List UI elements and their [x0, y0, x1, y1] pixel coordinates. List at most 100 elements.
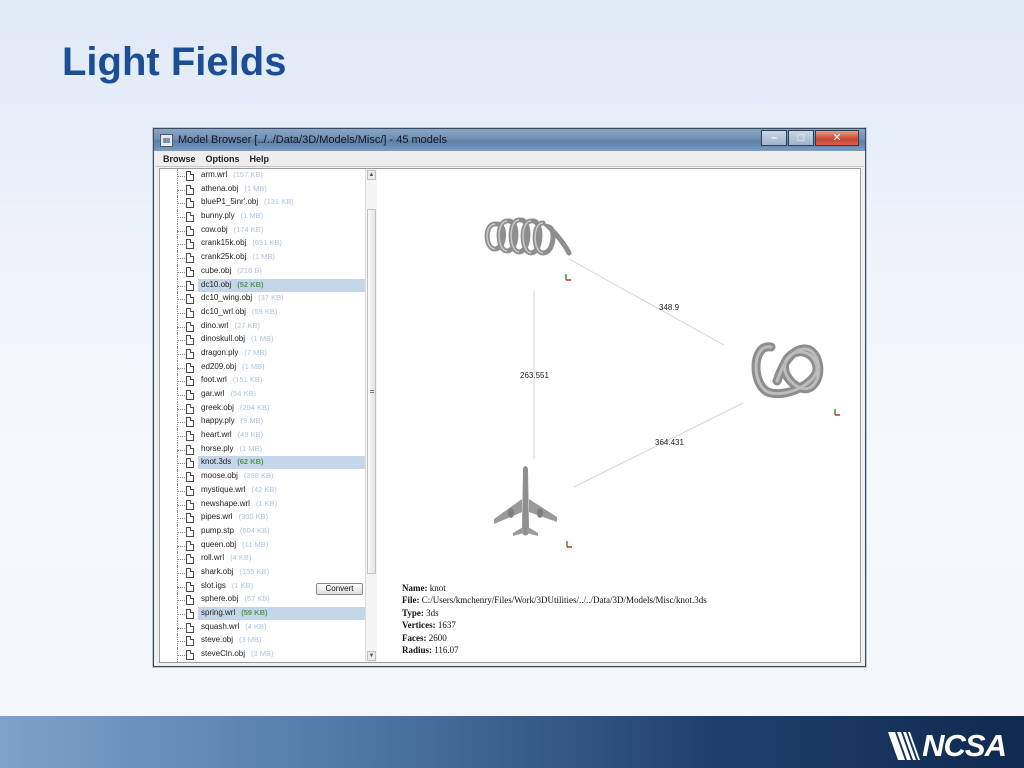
file-size: (131 KB) — [264, 197, 294, 207]
file-list-item[interactable]: blueP1_5inr'.obj (131 KB) — [160, 196, 378, 211]
file-list-item[interactable]: cube.obj (216 B) — [160, 264, 378, 279]
tree-branch — [177, 477, 185, 479]
file-size: (1 KB) — [231, 580, 254, 590]
edge-label-spring-knot: 348.9 — [659, 303, 680, 312]
tree-branch — [177, 395, 185, 396]
file-list-item[interactable]: cow.obj (174 KB) — [160, 223, 378, 238]
file-name: greek.obj — [201, 402, 234, 412]
file-entry-text: pipes.wrl (300 KB) — [201, 512, 268, 521]
file-entry-text: dragon.ply (7 MB) — [201, 348, 267, 357]
file-list-item[interactable]: crank15k.obj (691 KB) — [160, 237, 378, 252]
file-list-item[interactable]: shark.obj (155 KB) — [160, 565, 378, 580]
menu-options[interactable]: Options — [206, 154, 240, 164]
file-list-item[interactable]: pump.stp (604 KB) — [160, 524, 378, 539]
file-list-item[interactable]: happy.ply (9 MB) — [160, 415, 378, 430]
file-list-item[interactable]: ed209.obj (1 MB) — [160, 360, 378, 375]
model-graph-viewer[interactable]: 348.9 263.551 364.431 Name: knot File: C… — [379, 169, 860, 662]
file-list-item[interactable]: horse.ply (1 MB) — [160, 442, 378, 457]
menu-help[interactable]: Help — [250, 154, 270, 164]
file-list-item[interactable]: gar.wrl (54 KB) — [160, 388, 378, 402]
file-list-item[interactable]: pipes.wrl (300 KB) — [160, 511, 378, 525]
file-list-item[interactable]: spring.wrl (59 KB) — [160, 607, 378, 621]
file-list-item[interactable]: knot.3ds (62 KB) — [160, 456, 378, 471]
file-name: heart.wrl — [201, 430, 232, 440]
file-list-item[interactable]: athena.obj (1 MB) — [160, 182, 378, 197]
file-name: queen.obj — [201, 539, 237, 549]
file-list-item[interactable]: dino.wrl (27 KB) — [160, 319, 378, 334]
file-list-item[interactable]: steve.obj (3 MB) — [160, 634, 378, 649]
file-size: (300 KB) — [238, 512, 269, 522]
scroll-thumb[interactable] — [367, 209, 376, 574]
file-entry-text: newshape.wrl (1 KB) — [201, 499, 277, 508]
file-entry-text: dc10.obj (52 KB) — [201, 280, 264, 289]
file-list-item[interactable]: squash.wrl (4 KB) — [160, 620, 378, 635]
file-name: newshape.wrl — [201, 498, 250, 508]
knot-model[interactable] — [751, 342, 824, 399]
file-list-item[interactable]: arm.wrl (157 KB) — [160, 169, 378, 183]
file-list-item[interactable]: sphere.obj (57 KB) — [160, 593, 378, 607]
file-name: cow.obj — [201, 224, 228, 234]
file-list-item[interactable]: roll.wrl (4 KB) — [160, 552, 378, 566]
close-button[interactable]: ✕ — [815, 130, 859, 146]
file-list-item[interactable]: heart.wrl (49 KB) — [160, 429, 378, 443]
file-size: (11 MB) — [242, 539, 269, 549]
file-icon — [186, 609, 194, 619]
file-list-item[interactable]: newshape.wrl (1 KB) — [160, 497, 378, 512]
spring-model[interactable] — [484, 217, 572, 256]
file-list-item[interactable]: dragon.ply (7 MB) — [160, 346, 378, 361]
tree-branch — [177, 614, 185, 615]
file-name: dragon.ply — [201, 347, 239, 357]
file-name: roll.wrl — [201, 553, 225, 563]
file-size: (59 KB) — [251, 306, 278, 316]
tree-branch — [177, 408, 185, 410]
file-list-item[interactable]: bunny.ply (1 MB) — [160, 210, 378, 224]
file-size: (59 KB) — [241, 608, 268, 617]
tree-branch — [177, 436, 185, 438]
file-list-item[interactable]: dinoskull.obj (1 MB) — [160, 333, 378, 347]
file-list-item[interactable]: crank25k.obj (1 MB) — [160, 251, 378, 265]
file-icon — [186, 403, 194, 414]
tree-branch — [177, 559, 185, 561]
file-name: moose.obj — [201, 471, 238, 481]
file-list-item[interactable]: dc10.obj (52 KB) — [160, 278, 378, 293]
file-size: (1 KB) — [255, 498, 278, 508]
convert-button[interactable]: Convert — [316, 583, 363, 595]
file-size: (691 KB) — [252, 238, 282, 248]
file-size: (398 KB) — [243, 471, 274, 481]
file-icon — [186, 540, 194, 551]
file-icon — [186, 636, 194, 647]
ncsa-stripes-icon — [888, 732, 921, 760]
file-icon — [186, 554, 194, 565]
file-name: dinoskull.obj — [201, 334, 246, 344]
file-size: (37 KB) — [258, 293, 284, 303]
tree-branch — [177, 463, 185, 465]
file-size: (42 KB) — [251, 484, 277, 494]
tree-branch — [177, 586, 185, 588]
file-size: (294 KB) — [239, 402, 270, 412]
menu-browse[interactable]: Browse — [163, 154, 196, 164]
file-icon — [186, 253, 194, 264]
scroll-up-icon[interactable]: ▲ — [367, 170, 376, 180]
file-list-item[interactable]: foot.wrl (151 KB) — [160, 374, 378, 388]
file-icon — [186, 321, 194, 332]
file-list-item[interactable]: queen.obj (11 MB) — [160, 538, 378, 553]
file-list-item[interactable]: greek.obj (294 KB) — [160, 401, 378, 416]
file-icon — [186, 499, 194, 510]
file-entry-text: mystique.wrl (42 KB) — [201, 485, 277, 494]
window-titlebar[interactable]: Model Browser [../../Data/3D/Models/Misc… — [154, 129, 865, 151]
file-list-scrollbar[interactable]: ▲ ▼ — [365, 169, 377, 662]
minimize-button[interactable]: – — [761, 130, 787, 146]
file-list-item[interactable]: steveCln.obj (3 MB) — [160, 648, 378, 662]
maximize-button[interactable]: □ — [788, 130, 814, 146]
file-list-item[interactable]: dc10_wrl.obj (59 KB) — [160, 305, 378, 320]
airplane-model[interactable] — [494, 466, 557, 536]
file-entry-text: spring.wrl (59 KB) — [201, 608, 268, 617]
file-entry-text: cow.obj (174 KB) — [201, 225, 263, 234]
file-size: (155 KB) — [239, 566, 270, 576]
file-list-item[interactable]: mystique.wrl (42 KB) — [160, 483, 378, 498]
file-list-item[interactable]: dc10_wing.obj (37 KB) — [160, 292, 378, 306]
file-entry-text: happy.ply (9 MB) — [201, 416, 263, 425]
file-list-item[interactable]: moose.obj (398 KB) — [160, 470, 378, 484]
tree-branch — [177, 271, 185, 273]
scroll-down-icon[interactable]: ▼ — [367, 651, 376, 661]
